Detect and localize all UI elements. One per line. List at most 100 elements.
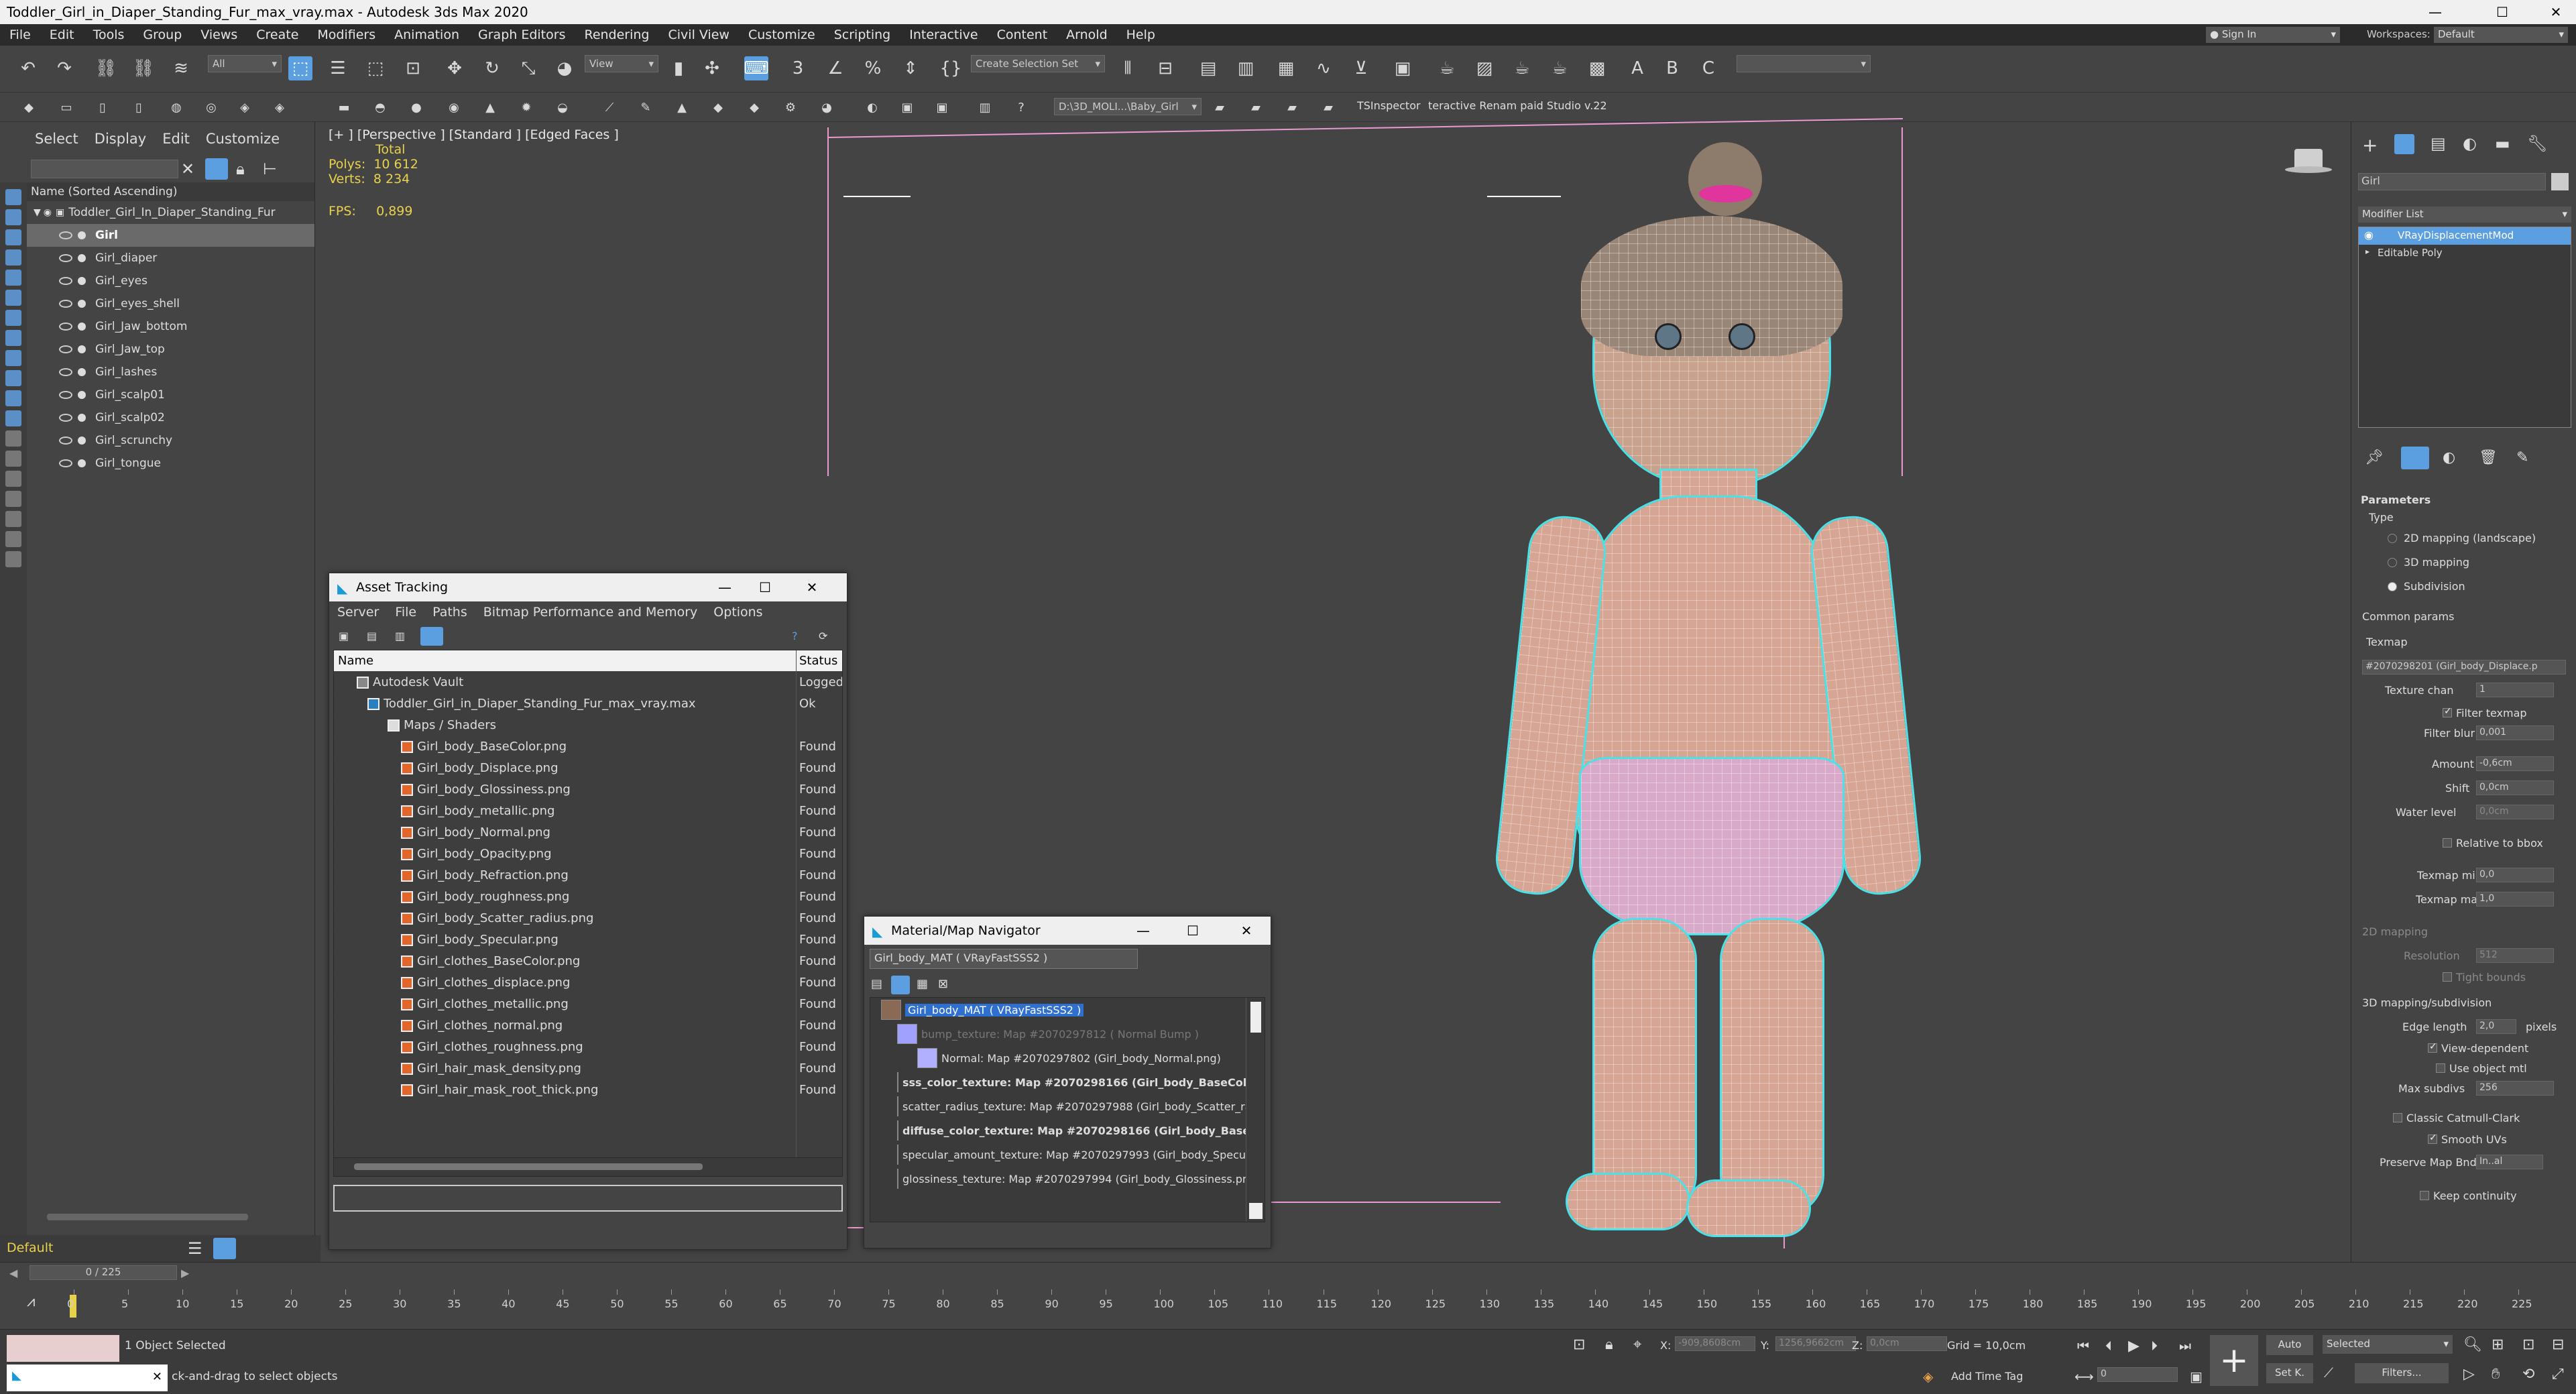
maxscript-input[interactable]: ◣ ✕ [7,1364,168,1391]
eye-icon[interactable] [59,300,72,308]
tool-icon[interactable]: ◎ [202,99,220,116]
menu-customize[interactable]: Customize [739,27,825,42]
girl-eye-left[interactable] [1655,323,1682,350]
freeze-icon[interactable] [78,437,86,445]
filter-icon[interactable] [5,491,21,507]
tool-icon[interactable]: ▲ [673,99,691,116]
tab-edit[interactable]: Edit [154,131,198,147]
move-icon[interactable]: ✥ [443,56,467,80]
align-icon[interactable]: ⊟ [1153,56,1177,80]
pin-stack-icon[interactable]: 📌︎ [2365,449,2384,466]
menu-graph-editors[interactable]: Graph Editors [469,27,575,42]
menu-options[interactable]: Options [705,605,770,620]
snaps-toggle-icon[interactable]: 3 [786,56,810,80]
menu-group[interactable]: Group [133,27,191,42]
refresh-icon[interactable]: ⟳ [819,630,827,642]
hierarchy-icon[interactable]: ⊢ [263,160,277,178]
tool-icon[interactable]: ⟋ [601,99,618,116]
sign-in-dropdown[interactable]: ● Sign In ▾ [2206,27,2340,43]
smooth-uvs-checkbox[interactable] [2428,1132,2437,1144]
tight-bounds-checkbox[interactable] [2443,972,2452,982]
asset-row[interactable]: Girl_clothes_displace.png Found [334,972,842,994]
menu-civil-view[interactable]: Civil View [659,27,739,42]
unlink-icon[interactable]: ⛓ [131,56,156,80]
water-level-spinner[interactable]: 0,0cm [2476,805,2554,819]
asset-row[interactable]: Girl_clothes_normal.png Found [334,1014,842,1037]
eye-icon[interactable] [59,368,72,376]
filter-icon[interactable] [5,531,21,547]
maximize-button[interactable]: ☐ [1173,917,1213,945]
asset-row[interactable]: Girl_body_Opacity.png Found [334,843,842,865]
tool-icon[interactable]: ◈ [236,99,253,116]
eye-icon[interactable] [59,414,72,422]
plane-icon[interactable]: ▬ [335,99,353,116]
selection-filter-dropdown[interactable]: All ▾ [208,55,282,72]
eye-icon[interactable]: ◉ [44,207,52,218]
filters-button[interactable]: Filters... [2355,1363,2449,1383]
freeze-icon[interactable] [78,231,86,239]
tool-icon[interactable]: ▣ [898,99,916,116]
eye-icon[interactable] [59,391,72,399]
help-icon[interactable]: ? [1012,99,1030,116]
clear-icon[interactable]: ✕ [181,160,194,178]
reference-coordinate-dropdown[interactable]: View ▾ [585,55,658,72]
freeze-icon[interactable] [78,391,86,399]
pivot-center-icon[interactable]: ▮ [666,56,691,80]
menu-bitmap-performance[interactable]: Bitmap Performance and Memory [475,605,706,620]
scene-item[interactable]: Girl_scalp02 [27,406,314,429]
minimize-button[interactable]: — [705,573,745,601]
menu-edit[interactable]: Edit [40,27,84,42]
maximize-button[interactable]: ☐ [745,573,785,601]
tab-customize[interactable]: Customize [198,131,288,147]
material-row[interactable]: glossiness_texture: Map #2070297994 (Gir… [870,1167,1246,1191]
girl-scrunchy[interactable] [1699,185,1753,202]
tab-display[interactable]: Display [86,131,154,147]
material-row[interactable]: scatter_radius_texture: Map #2070297988 … [870,1094,1246,1118]
rendered-frame-icon[interactable]: ▨ [1472,56,1497,80]
menu-views[interactable]: Views [191,27,247,42]
eye-icon[interactable] [59,437,72,445]
tool-icon[interactable]: ▯ [130,99,148,116]
current-layer[interactable]: Default [7,1240,53,1255]
folder-icon[interactable]: ▰ [1283,99,1301,116]
lock-icon[interactable]: 🔒︎ [1605,1336,1613,1353]
close-button[interactable]: ✕ [792,573,832,601]
material-row[interactable]: Normal: Map #2070297802 (Girl_body_Norma… [870,1046,1246,1070]
modifier-vray-displacement[interactable]: ◉ VRayDisplacementMod [2359,227,2571,245]
view-dependent-checkbox[interactable] [2428,1041,2437,1053]
vault-icon[interactable]: ▣ [339,630,349,642]
filter-icon[interactable] [5,370,21,386]
viewport-label[interactable]: [+ ] [Perspective ] [Standard ] [Edged F… [329,127,619,142]
key-tangent-icon[interactable]: ⟋ [2324,1364,2333,1381]
eye-icon[interactable]: ◉ [2364,229,2374,241]
freeze-icon[interactable] [78,254,86,262]
orbit-icon[interactable]: ⟲ [2522,1366,2534,1383]
asset-row[interactable]: Girl_hair_mask_density.png Found [334,1057,842,1080]
asset-row[interactable]: Toddler_Girl_in_Diaper_Standing_Fur_max_… [334,693,842,715]
parameters-title[interactable]: Parameters [2361,493,2431,506]
remove-modifier-icon[interactable]: 🗑︎ [2479,449,2498,466]
placement-icon[interactable]: ◕ [552,56,577,80]
shift-spinner[interactable]: 0,0cm [2476,780,2554,795]
texmap-max-spinner[interactable]: 1,0 [2476,892,2554,907]
chevron-down-icon[interactable]: ▼ [34,207,41,218]
edge-length-spinner[interactable]: 2,0 [2476,1019,2516,1034]
freeze-icon[interactable] [78,277,86,285]
type-2d-radio[interactable] [2388,534,2397,543]
scene-item[interactable]: Girl_eyes_shell [27,292,314,315]
asset-row[interactable]: Girl_body_Specular.png Found [334,929,842,951]
redo-icon[interactable]: ↷ [52,56,76,80]
tool-icon[interactable]: ◕ [818,99,835,116]
catmull-clark-checkbox[interactable] [2393,1113,2402,1122]
tool-icon[interactable]: ⚙ [782,99,799,116]
scene-item[interactable]: Girl_tongue [27,452,314,475]
list-icon[interactable]: ▤ [367,630,377,642]
girl-hair[interactable] [1581,216,1842,357]
asset-row[interactable]: Autodesk Vault Logged O [334,671,842,693]
asset-tracking-titlebar[interactable]: ◣ Asset Tracking — ☐ ✕ [329,573,847,601]
girl-foot-right[interactable] [1686,1179,1811,1237]
pan-icon[interactable]: ✋︎ [2492,1366,2500,1383]
scene-item[interactable]: Girl_scrunchy [27,429,314,452]
set-key-icon[interactable]: + [2210,1335,2258,1386]
large-icons-view-icon[interactable]: ⊠ [938,977,948,991]
